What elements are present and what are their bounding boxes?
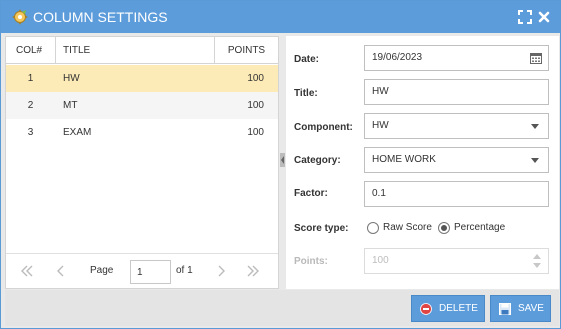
factor-label: Factor:: [294, 188, 328, 199]
component-select[interactable]: HW: [364, 113, 549, 139]
raw-score-label[interactable]: Raw Score: [383, 222, 432, 234]
chevron-down-icon[interactable]: [531, 158, 539, 163]
header-title[interactable]: TITLE: [63, 37, 90, 64]
page-count-label: of 1: [176, 265, 193, 276]
last-page-icon[interactable]: [245, 263, 261, 279]
pagination-bar: Page of 1: [6, 253, 278, 288]
save-button[interactable]: SAVE: [490, 295, 551, 322]
title-bar: COLUMN SETTINGS: [1, 1, 560, 33]
component-value: HW: [372, 120, 389, 131]
columns-grid: COL# TITLE POINTS 1 HW 100 2 MT 100 3 EX…: [5, 36, 279, 289]
calendar-icon[interactable]: [530, 52, 542, 64]
points-field[interactable]: 100: [364, 248, 549, 274]
cell-col-number: 3: [27, 127, 34, 138]
spin-up-icon[interactable]: [533, 254, 541, 259]
gear-icon: [12, 9, 28, 25]
page-number-input[interactable]: [130, 260, 171, 284]
cell-points: 100: [247, 73, 264, 84]
maximize-icon[interactable]: [518, 10, 532, 24]
cell-col-number: 2: [27, 100, 34, 111]
first-page-icon[interactable]: [19, 263, 35, 279]
save-label: SAVE: [518, 303, 544, 314]
table-row[interactable]: 1 HW 100: [6, 65, 278, 92]
cell-title: MT: [63, 100, 78, 111]
date-value: 19/06/2023: [372, 52, 423, 63]
date-field[interactable]: 19/06/2023: [364, 45, 549, 71]
page-label: Page: [90, 265, 114, 276]
prev-page-icon[interactable]: [53, 263, 69, 279]
panel-splitter[interactable]: [279, 36, 286, 289]
cell-points: 100: [247, 127, 264, 138]
points-value: 100: [372, 255, 389, 266]
header-points[interactable]: POINTS: [215, 37, 278, 64]
title-label: Title:: [294, 88, 318, 99]
spin-down-icon[interactable]: [533, 263, 541, 268]
title-field[interactable]: HW: [364, 79, 549, 105]
delete-button[interactable]: DELETE: [411, 295, 485, 322]
next-page-icon[interactable]: [213, 263, 229, 279]
date-label: Date:: [294, 54, 320, 65]
factor-value: 0.1: [372, 188, 386, 199]
score-type-label: Score type:: [294, 223, 349, 234]
dialog-footer: DELETE SAVE: [5, 290, 559, 326]
component-label: Component:: [294, 122, 353, 133]
save-icon: [499, 302, 511, 315]
percentage-label[interactable]: Percentage: [454, 222, 505, 234]
column-form: Date: 19/06/2023 Title: HW Component: HW…: [286, 36, 559, 289]
grid-header: COL# TITLE POINTS: [6, 37, 278, 64]
column-settings-window: COLUMN SETTINGS COL# TITLE POINTS 1 HW 1…: [0, 0, 561, 329]
delete-label: DELETE: [439, 303, 478, 314]
category-value: HOME WORK: [372, 154, 436, 165]
category-select[interactable]: HOME WORK: [364, 147, 549, 173]
collapse-panel-handle[interactable]: [280, 153, 285, 167]
delete-icon: [420, 302, 432, 315]
category-label: Category:: [294, 155, 341, 166]
chevron-down-icon[interactable]: [531, 124, 539, 129]
percentage-radio[interactable]: [438, 222, 450, 234]
close-icon[interactable]: [537, 10, 551, 24]
cell-col-number: 1: [27, 73, 34, 84]
window-title: COLUMN SETTINGS: [33, 9, 168, 25]
factor-field[interactable]: 0.1: [364, 181, 549, 207]
header-col-number[interactable]: COL#: [16, 37, 42, 64]
cell-points: 100: [247, 100, 264, 111]
points-label: Points:: [294, 256, 328, 267]
raw-score-radio[interactable]: [367, 222, 379, 234]
header-divider: [55, 37, 56, 64]
table-row[interactable]: 2 MT 100: [6, 92, 278, 119]
table-row[interactable]: 3 EXAM 100: [6, 119, 278, 146]
cell-title: HW: [63, 73, 80, 84]
title-value: HW: [372, 86, 389, 97]
cell-title: EXAM: [63, 127, 92, 138]
